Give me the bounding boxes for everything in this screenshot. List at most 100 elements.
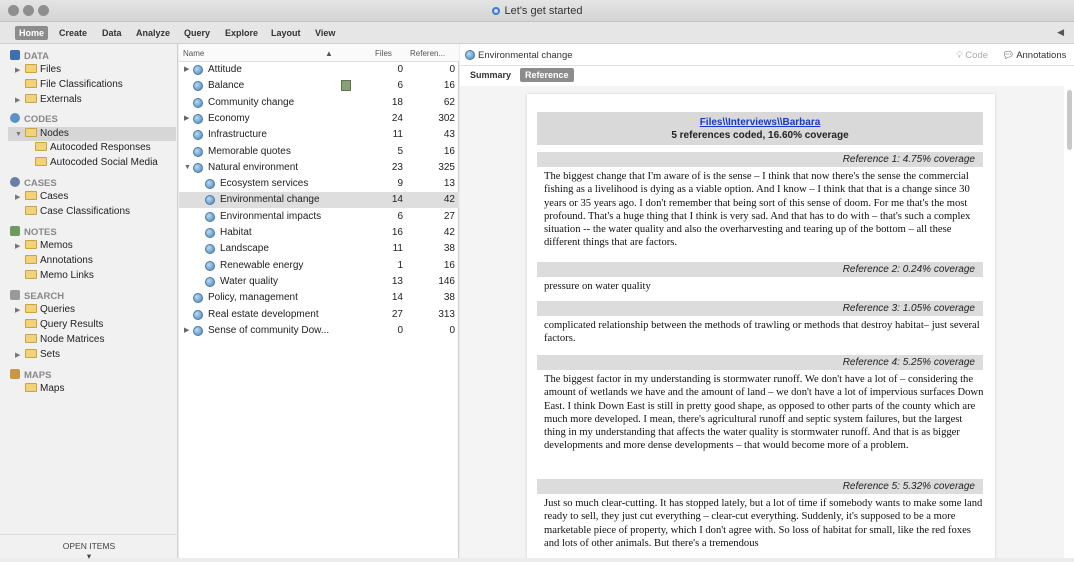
source-file-link[interactable]: Files\\Interviews\\Barbara <box>700 117 821 128</box>
nav-section-maps[interactable]: MAPS <box>10 369 51 383</box>
node-row[interactable]: Balance 6 16 <box>179 78 459 94</box>
expand-arrow-icon[interactable]: ▶ <box>15 304 25 318</box>
nav-section-cases[interactable]: CASES <box>10 177 57 191</box>
tab-view[interactable]: View <box>311 26 339 40</box>
node-row[interactable]: Environmental impacts 6 27 <box>179 209 459 225</box>
folder-icon <box>25 64 37 73</box>
expand-arrow-icon[interactable]: ▶ <box>15 64 25 78</box>
tab-create[interactable]: Create <box>55 26 91 40</box>
node-files-count: 6 <box>397 80 403 92</box>
reference-header: Reference 2: 0.24% coverage <box>537 262 983 277</box>
node-row[interactable]: ▶ Attitude 0 0 <box>179 62 459 78</box>
nav-item-externals[interactable]: ▶ Externals <box>15 93 82 107</box>
nav-item-sets[interactable]: ▶ Sets <box>15 348 60 362</box>
nav-item-case-classifications[interactable]: Case Classifications <box>25 205 130 219</box>
folder-icon <box>25 349 37 358</box>
node-row[interactable]: Real estate development 27 313 <box>179 307 459 323</box>
node-name: Sense of community Dow... <box>208 324 330 336</box>
nav-item-memos[interactable]: ▶ Memos <box>15 239 73 253</box>
nav-item-file-classifications[interactable]: File Classifications <box>25 78 123 92</box>
node-row[interactable]: Landscape 11 38 <box>179 241 459 257</box>
tab-data[interactable]: Data <box>98 26 126 40</box>
tab-explore[interactable]: Explore <box>221 26 262 40</box>
reference-text[interactable]: pressure on water quality <box>544 280 984 293</box>
annotations-button[interactable]: 💬︎ Annotations <box>1002 50 1066 61</box>
nav-item-autocoded-social-media[interactable]: Autocoded Social Media <box>35 156 158 170</box>
node-row[interactable]: ▶ Economy 24 302 <box>179 111 459 127</box>
nav-item-node-matrices[interactable]: Node Matrices <box>25 333 104 347</box>
node-row[interactable]: Ecosystem services 9 13 <box>179 176 459 192</box>
maps-icon <box>10 369 20 379</box>
node-row[interactable]: Infrastructure 11 43 <box>179 127 459 143</box>
expand-arrow-icon[interactable]: ▶ <box>184 111 189 127</box>
reference-text[interactable]: The biggest change that I'm aware of is … <box>544 170 984 250</box>
collapse-ribbon-icon[interactable]: ◀ <box>1057 27 1064 38</box>
detail-title: Environmental change <box>478 50 573 61</box>
reference-text[interactable]: The biggest factor in my understanding i… <box>544 373 984 453</box>
nav-item-autocoded-responses[interactable]: Autocoded Responses <box>35 141 151 155</box>
column-header-files[interactable]: Files <box>375 49 392 58</box>
nav-item-memo-links[interactable]: Memo Links <box>25 269 94 283</box>
folder-icon <box>25 334 37 343</box>
tab-summary[interactable]: Summary <box>465 68 516 82</box>
node-icon <box>193 113 203 124</box>
folder-icon <box>25 383 37 392</box>
code-button[interactable]: 💡︎ Code <box>956 50 988 61</box>
column-header-references[interactable]: Referen... <box>410 49 445 58</box>
nav-section-label: CODES <box>24 114 58 125</box>
nav-item-query-results[interactable]: Query Results <box>25 318 103 332</box>
sort-ascending-icon[interactable]: ▲ <box>325 49 333 58</box>
nav-item-label: Memo Links <box>40 270 94 281</box>
node-row[interactable]: Environmental change 14 42 <box>179 192 459 209</box>
expand-arrow-icon[interactable]: ▶ <box>15 240 25 254</box>
folder-icon <box>25 191 37 200</box>
document-area[interactable]: Files\\Interviews\\Barbara 5 references … <box>460 86 1064 558</box>
tab-analyze[interactable]: Analyze <box>132 26 174 40</box>
node-row[interactable]: Water quality 13 146 <box>179 274 459 290</box>
nav-item-annotations[interactable]: Annotations <box>25 254 93 268</box>
node-row[interactable]: Habitat 16 42 <box>179 225 459 241</box>
node-row[interactable]: Policy, management 14 38 <box>179 290 459 306</box>
expand-arrow-icon[interactable]: ▶ <box>184 62 189 78</box>
open-items-toggle[interactable]: OPEN ITEMS ▾ <box>0 534 178 561</box>
column-header-name[interactable]: Name <box>183 49 204 58</box>
nav-item-label: Query Results <box>40 319 104 330</box>
nav-section-notes[interactable]: NOTES <box>10 226 57 240</box>
nav-item-label: Queries <box>40 304 76 315</box>
collapse-arrow-icon[interactable]: ▼ <box>184 160 191 176</box>
nav-item-nodes[interactable]: ▼ Nodes <box>8 127 176 141</box>
node-references-count: 38 <box>443 243 455 255</box>
node-row[interactable]: Community change 18 62 <box>179 95 459 111</box>
nav-item-maps[interactable]: Maps <box>25 382 64 396</box>
node-row[interactable]: ▼ Natural environment 23 325 <box>179 160 459 176</box>
vertical-scrollbar[interactable] <box>1067 90 1072 150</box>
memo-icon[interactable] <box>341 80 351 92</box>
expand-arrow-icon[interactable]: ▶ <box>15 191 25 205</box>
tab-home[interactable]: Home <box>15 26 49 40</box>
tab-query[interactable]: Query <box>180 26 214 40</box>
node-row[interactable]: ▶ Sense of community Dow... 0 0 <box>179 323 459 339</box>
nav-section-search[interactable]: SEARCH <box>10 290 64 304</box>
expand-arrow-icon[interactable]: ▶ <box>15 349 25 363</box>
reference-header: Reference 1: 4.75% coverage <box>537 152 983 167</box>
tab-layout[interactable]: Layout <box>267 26 305 40</box>
reference-text[interactable]: complicated relationship between the met… <box>544 319 984 346</box>
nav-item-files[interactable]: ▶ Files <box>15 63 61 77</box>
folder-icon <box>25 319 37 328</box>
folder-icon <box>25 304 37 313</box>
nav-section-codes[interactable]: CODES <box>10 113 58 127</box>
expand-arrow-icon[interactable]: ▶ <box>184 323 189 339</box>
node-row[interactable]: Memorable quotes 5 16 <box>179 144 459 160</box>
node-row[interactable]: Renewable energy 1 16 <box>179 258 459 274</box>
tab-reference[interactable]: Reference <box>520 68 574 82</box>
node-references-count: 16 <box>443 259 455 271</box>
nav-item-queries[interactable]: ▶ Queries <box>15 303 75 317</box>
node-name: Balance <box>208 80 245 92</box>
expand-arrow-icon[interactable]: ▶ <box>15 94 25 108</box>
nav-item-label: Maps <box>40 383 65 394</box>
reference-text[interactable]: Just so much clear-cutting. It has stopp… <box>544 497 984 550</box>
nav-item-cases[interactable]: ▶ Cases <box>15 190 68 204</box>
collapse-arrow-icon[interactable]: ▼ <box>15 128 25 142</box>
nav-section-data[interactable]: DATA <box>10 50 49 64</box>
node-icon <box>193 146 203 157</box>
